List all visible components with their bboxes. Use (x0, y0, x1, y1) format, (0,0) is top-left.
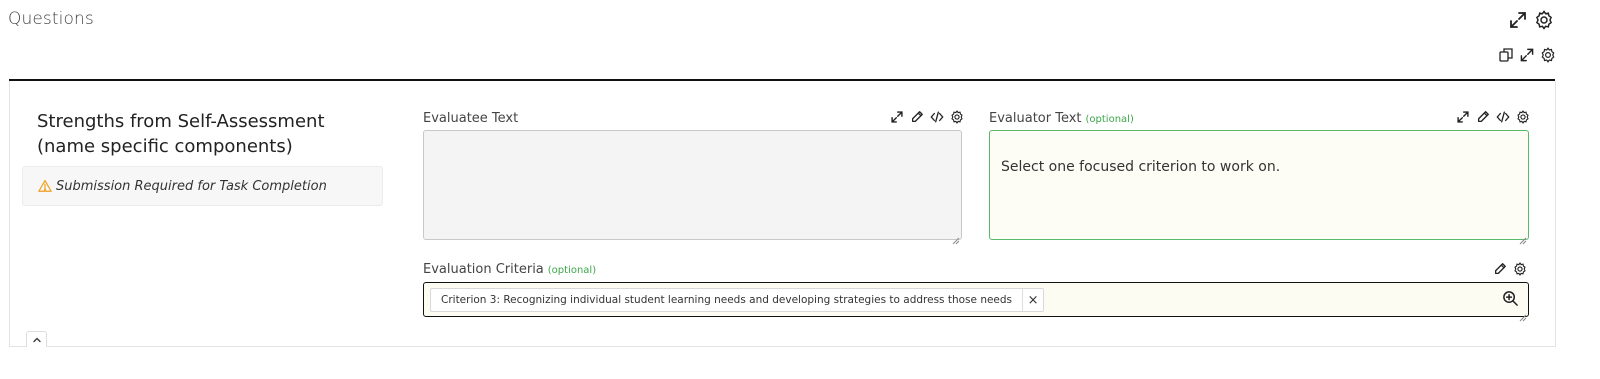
required-notice: Submission Required for Task Completion (22, 166, 383, 206)
pencil-icon[interactable] (910, 110, 924, 124)
expand-icon[interactable] (890, 110, 904, 124)
gear-icon[interactable] (1516, 110, 1530, 124)
criteria-label-text: Evaluation Criteria (423, 262, 544, 277)
expand-icon[interactable] (1519, 47, 1535, 63)
gear-icon[interactable] (1534, 10, 1554, 30)
criterion-chip: Criterion 3: Recognizing individual stud… (430, 288, 1045, 312)
evaluator-label-text: Evaluator Text (989, 111, 1082, 126)
collapse-button[interactable] (26, 331, 47, 347)
resize-handle-icon[interactable] (1519, 307, 1527, 322)
evaluator-toolbar (1456, 110, 1530, 124)
evaluator-value: Select one focused criterion to work on. (1001, 159, 1281, 175)
copy-icon[interactable] (1498, 47, 1514, 63)
magnify-plus-icon[interactable] (1502, 290, 1519, 307)
evaluatee-toolbar (890, 110, 964, 124)
evaluator-label: Evaluator Text (optional) (989, 111, 1134, 126)
code-icon[interactable] (1496, 110, 1510, 124)
pencil-icon[interactable] (1476, 110, 1490, 124)
pencil-icon[interactable] (1493, 262, 1507, 276)
chevron-up-icon (32, 335, 42, 345)
criteria-optional-tag: (optional) (547, 265, 597, 276)
page-toolbar (1508, 10, 1554, 30)
evaluatee-label: Evaluatee Text (423, 111, 519, 126)
code-icon[interactable] (930, 110, 944, 124)
criteria-label: Evaluation Criteria (optional) (423, 262, 596, 277)
question-title-line1: Strengths from Self-Assessment (37, 111, 325, 132)
evaluatee-textarea[interactable] (423, 130, 962, 245)
resize-handle-icon[interactable] (952, 230, 960, 245)
question-title: Strengths from Self-Assessment (name spe… (37, 109, 397, 159)
question-title-line2: (name specific components) (37, 136, 293, 157)
expand-icon[interactable] (1456, 110, 1470, 124)
warning-icon (38, 179, 52, 193)
evaluator-optional-tag: (optional) (1085, 114, 1134, 125)
criterion-chip-label: Criterion 3: Recognizing individual stud… (441, 294, 1013, 306)
criteria-toolbar (1493, 262, 1527, 276)
page-title: Questions (8, 9, 94, 29)
section-toolbar (1498, 47, 1556, 63)
criteria-select[interactable]: Criterion 3: Recognizing individual stud… (423, 282, 1529, 322)
remove-chip-button[interactable]: × (1023, 293, 1043, 308)
gear-icon[interactable] (950, 110, 964, 124)
gear-icon[interactable] (1513, 262, 1527, 276)
required-notice-text: Submission Required for Task Completion (56, 178, 327, 194)
evaluator-textarea[interactable]: Select one focused criterion to work on. (989, 130, 1529, 245)
expand-icon[interactable] (1508, 10, 1528, 30)
gear-icon[interactable] (1540, 47, 1556, 63)
resize-handle-icon[interactable] (1519, 230, 1527, 245)
